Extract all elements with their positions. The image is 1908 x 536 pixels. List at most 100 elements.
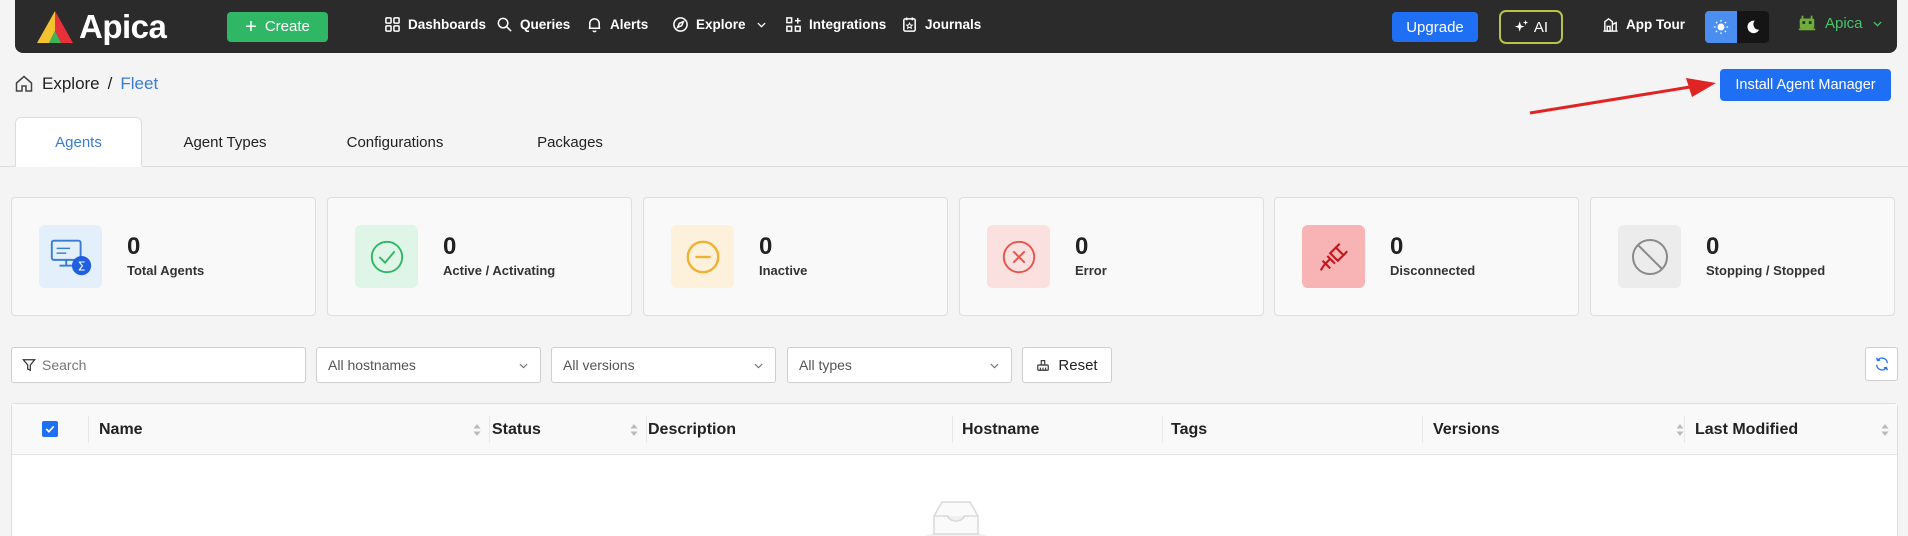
column-versions[interactable]: Versions xyxy=(1433,404,1692,455)
dark-theme-button[interactable] xyxy=(1737,11,1769,43)
breadcrumb-fleet[interactable]: Fleet xyxy=(120,74,158,94)
nav-explore[interactable]: Explore xyxy=(672,16,768,33)
sun-icon xyxy=(1713,19,1729,35)
types-select[interactable]: All types xyxy=(787,347,1012,383)
check-circle-icon xyxy=(355,225,418,288)
queries-icon xyxy=(497,17,512,32)
stat-active: 0 Active / Activating xyxy=(327,197,632,316)
chevron-down-icon xyxy=(754,363,763,368)
dashboards-icon xyxy=(385,17,400,32)
search-field[interactable] xyxy=(11,347,306,383)
total-agents-icon: Σ xyxy=(39,225,102,288)
versions-select[interactable]: All versions xyxy=(551,347,776,383)
avatar xyxy=(1798,15,1816,31)
apica-logo-icon xyxy=(37,10,73,43)
sort-icon[interactable] xyxy=(1676,423,1684,437)
apica-logo[interactable]: Apica xyxy=(35,8,223,46)
active-count: 0 xyxy=(443,233,457,260)
svg-text:Σ: Σ xyxy=(77,258,85,273)
active-label: Active / Activating xyxy=(443,263,556,278)
app-tour-label: App Tour xyxy=(1626,17,1685,32)
column-hostname: Hostname xyxy=(962,404,1162,455)
annotation-arrow xyxy=(1529,78,1716,115)
tab-agent-types[interactable]: Agent Types xyxy=(165,117,285,167)
column-separator xyxy=(952,416,953,443)
inactive-count: 0 xyxy=(759,233,773,260)
ban-icon xyxy=(1618,225,1681,288)
sort-icon[interactable] xyxy=(630,423,638,437)
plus-icon: + xyxy=(245,15,257,38)
column-name[interactable]: Name xyxy=(99,404,489,455)
breadcrumb-explore[interactable]: Explore xyxy=(42,74,100,94)
ai-button[interactable]: AI xyxy=(1499,10,1563,44)
column-status-label: Status xyxy=(492,420,541,438)
nav-queries[interactable]: Queries xyxy=(496,16,570,33)
hostnames-select[interactable]: All hostnames xyxy=(316,347,541,383)
user-name: Apica xyxy=(1825,14,1863,32)
chevron-down-icon xyxy=(756,22,766,28)
tabs-divider xyxy=(0,166,1908,167)
stopped-label: Stopping / Stopped xyxy=(1706,263,1826,278)
column-description: Description xyxy=(648,404,948,455)
sort-icon[interactable] xyxy=(473,423,481,437)
chevron-down-icon xyxy=(519,363,528,368)
disconnected-label: Disconnected xyxy=(1390,263,1476,278)
sort-icon[interactable] xyxy=(1881,423,1889,437)
chevron-down-icon xyxy=(1872,21,1882,27)
stopped-count: 0 xyxy=(1706,233,1720,260)
table-header: Name Status Description Hostname Tags Ve… xyxy=(12,404,1897,455)
column-description-label: Description xyxy=(648,420,737,438)
brand-name: Apica xyxy=(79,7,167,45)
tab-packages[interactable]: Packages xyxy=(520,117,620,167)
nav-journals[interactable]: Journals xyxy=(901,16,981,33)
nav-integrations-label: Integrations xyxy=(809,17,887,32)
filter-icon xyxy=(22,359,36,372)
install-agent-manager-button[interactable]: Install Agent Manager xyxy=(1720,69,1891,101)
sparkle-icon xyxy=(1514,19,1529,32)
column-separator xyxy=(1684,416,1685,443)
column-tags: Tags xyxy=(1171,404,1421,455)
column-last-modified-label: Last Modified xyxy=(1695,420,1799,438)
light-theme-button[interactable] xyxy=(1705,11,1737,43)
disconnected-count: 0 xyxy=(1390,233,1404,260)
search-input[interactable] xyxy=(42,357,282,373)
home-icon[interactable] xyxy=(14,74,34,94)
error-count: 0 xyxy=(1075,233,1089,260)
column-separator xyxy=(1422,416,1423,443)
column-tags-label: Tags xyxy=(1171,420,1208,438)
bell-icon xyxy=(588,18,601,33)
app-tour-button[interactable]: App Tour xyxy=(1602,16,1685,33)
nav-alerts-label: Alerts xyxy=(610,17,649,32)
theme-toggle[interactable] xyxy=(1705,11,1769,43)
tab-configurations[interactable]: Configurations xyxy=(330,117,460,167)
inactive-label: Inactive xyxy=(759,263,808,278)
nav-dashboards[interactable]: Dashboards xyxy=(384,16,486,33)
total-agents-count: 0 xyxy=(127,233,141,260)
refresh-button[interactable] xyxy=(1865,347,1898,381)
x-circle-icon xyxy=(987,225,1050,288)
column-status[interactable]: Status xyxy=(490,404,646,455)
column-versions-label: Versions xyxy=(1433,420,1500,438)
column-last-modified[interactable]: Last Modified xyxy=(1695,404,1897,455)
nav-dashboards-label: Dashboards xyxy=(408,17,487,32)
versions-value: All versions xyxy=(563,357,635,373)
upgrade-button[interactable]: Upgrade xyxy=(1392,12,1478,42)
create-button[interactable]: + Create xyxy=(227,11,328,42)
tab-agents[interactable]: Agents xyxy=(15,117,142,167)
nav-explore-label: Explore xyxy=(696,17,746,32)
stat-stopped: 0 Stopping / Stopped xyxy=(1590,197,1895,316)
empty-inbox-icon xyxy=(926,501,986,536)
reset-label: Reset xyxy=(1058,356,1098,374)
user-menu[interactable]: Apica xyxy=(1797,13,1884,33)
breadcrumb: Explore / Fleet xyxy=(14,74,158,94)
compass-icon xyxy=(673,17,688,32)
broom-icon xyxy=(1037,360,1050,371)
chevron-down-icon xyxy=(990,363,999,368)
nav-alerts[interactable]: Alerts xyxy=(586,16,648,33)
select-all-checkbox[interactable] xyxy=(42,421,58,437)
reset-button[interactable]: Reset xyxy=(1022,347,1112,383)
nav-integrations[interactable]: Integrations xyxy=(785,16,886,33)
column-name-label: Name xyxy=(99,420,143,438)
journals-icon xyxy=(903,17,916,32)
nav-journals-label: Journals xyxy=(925,17,982,32)
